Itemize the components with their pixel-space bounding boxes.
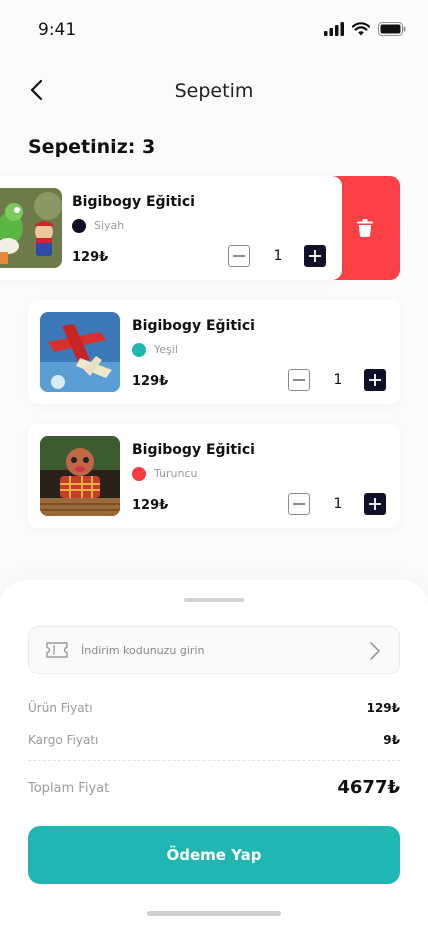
shipping-price-value: 9₺ (383, 733, 400, 747)
status-icons (324, 22, 406, 36)
product-image (0, 188, 62, 268)
wifi-icon (352, 22, 370, 36)
cart-item[interactable]: Bigibogy Eğitici Siyah 129₺ 1 (0, 176, 342, 280)
total-price-value: 4677₺ (337, 777, 400, 798)
quantity-value: 1 (273, 248, 283, 264)
signal-icon (324, 22, 344, 36)
color-name: Yeşil (154, 343, 178, 356)
color-name: Turuncu (154, 467, 198, 480)
plus-icon (369, 498, 381, 510)
coupon-input[interactable]: İndirim kodunuzu girin (28, 626, 400, 674)
cart-item[interactable]: Bigibogy Eğitici Yeşil 129₺ 1 (28, 300, 400, 404)
coupon-placeholder: İndirim kodunuzu girin (81, 644, 205, 657)
home-indicator (147, 911, 281, 916)
plus-icon (369, 374, 381, 386)
summary-divider (28, 760, 400, 761)
product-name: Bigibogy Eğitici (132, 318, 255, 334)
product-price-value: 129₺ (366, 701, 400, 715)
product-name: Bigibogy Eğitici (72, 194, 195, 210)
increase-quantity-button[interactable] (364, 369, 386, 391)
battery-icon (378, 22, 406, 36)
product-image (40, 312, 120, 392)
product-price: 129₺ (132, 374, 169, 389)
color-swatch (132, 467, 146, 481)
status-bar: 9:41 (0, 0, 428, 60)
color-name: Siyah (94, 219, 125, 232)
cart-count: Sepetiniz: 3 (28, 136, 156, 158)
minus-icon (293, 503, 305, 505)
quantity-value: 1 (333, 496, 343, 512)
product-price: 129₺ (132, 498, 169, 513)
header: Sepetim (0, 70, 428, 110)
ticket-icon (46, 642, 68, 658)
trash-icon (357, 219, 373, 237)
minus-icon (293, 379, 305, 381)
product-image (40, 436, 120, 516)
product-price-label: Ürün Fiyatı (28, 701, 93, 715)
color-swatch (72, 219, 86, 233)
order-summary-sheet: İndirim kodunuzu girin Ürün Fiyatı 129₺ … (0, 580, 428, 926)
color-swatch (132, 343, 146, 357)
increase-quantity-button[interactable] (364, 493, 386, 515)
minus-icon (233, 255, 245, 257)
page-title: Sepetim (174, 80, 254, 102)
quantity-value: 1 (333, 372, 343, 388)
status-time: 9:41 (38, 20, 77, 40)
increase-quantity-button[interactable] (304, 245, 326, 267)
decrease-quantity-button[interactable] (288, 369, 310, 391)
plus-icon (309, 250, 321, 262)
checkout-button[interactable]: Ödeme Yap (28, 826, 400, 884)
sheet-grabber[interactable] (184, 598, 244, 602)
product-name: Bigibogy Eğitici (132, 442, 255, 458)
cart-item[interactable]: Bigibogy Eğitici Turuncu 129₺ 1 (28, 424, 400, 528)
decrease-quantity-button[interactable] (288, 493, 310, 515)
decrease-quantity-button[interactable] (228, 245, 250, 267)
total-price-label: Toplam Fiyat (28, 781, 110, 796)
shipping-price-label: Kargo Fiyatı (28, 733, 99, 747)
product-price: 129₺ (72, 250, 109, 265)
chevron-right-icon (370, 642, 380, 660)
